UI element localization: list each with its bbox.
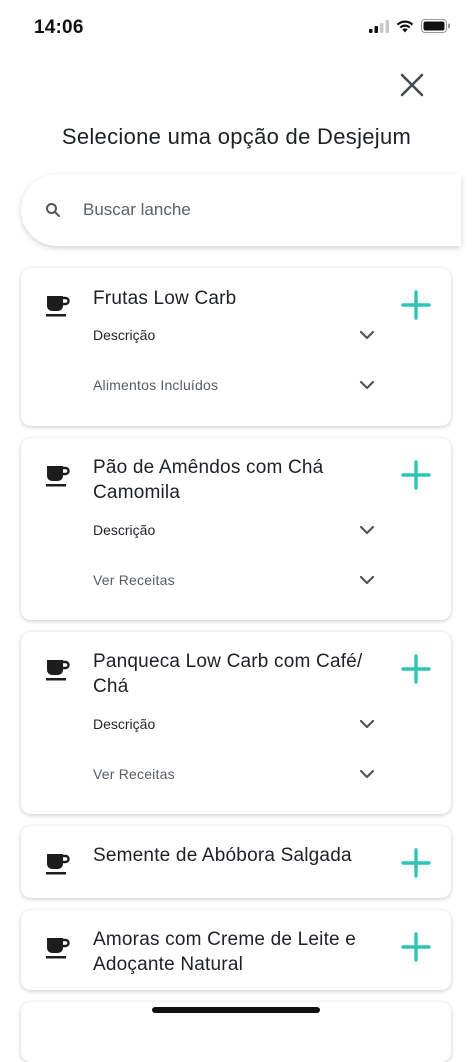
close-icon [400, 73, 424, 97]
card-title: Frutas Low Carb [93, 288, 237, 309]
chevron-down-icon [359, 330, 375, 340]
status-icons [369, 19, 451, 33]
coffee-cup-icon [46, 660, 70, 681]
search-box[interactable] [21, 174, 461, 246]
meal-option-card: Semente de Abóbora Salgada [21, 826, 451, 898]
meal-option-card: Pão de Amêndos com Chá Camomila Descriçã… [21, 438, 451, 620]
signal-icon [369, 19, 389, 33]
battery-icon [421, 19, 450, 33]
add-button[interactable] [401, 290, 431, 320]
meal-option-card: Panqueca Low Carb com Café/ Chá Descriçã… [21, 632, 451, 814]
card-title: Semente de Abóbora Salgada [93, 845, 352, 866]
meal-option-card: Amoras com Creme de Leite e Adoçante Nat… [21, 910, 451, 990]
add-button[interactable] [401, 932, 431, 962]
home-indicator [152, 1007, 320, 1013]
row-label: Descrição [93, 716, 156, 732]
row-label: Ver Receitas [93, 572, 175, 588]
card-title: Amoras com Creme de Leite e Adoçante Nat… [93, 929, 357, 975]
coffee-cup-icon [46, 938, 70, 959]
row-label: Descrição [93, 327, 156, 343]
chevron-down-icon [359, 769, 375, 779]
chevron-down-icon [359, 525, 375, 535]
chevron-down-icon [359, 719, 375, 729]
search-input[interactable] [81, 199, 385, 221]
description-expander[interactable]: Descrição [93, 515, 375, 545]
card-title: Pão de Amêndos com Chá Camomila [93, 457, 324, 503]
add-button[interactable] [401, 654, 431, 684]
status-time: 14:06 [34, 17, 84, 38]
status-bar: 14:06 [0, 0, 473, 52]
row-label: Descrição [93, 522, 156, 538]
add-button[interactable] [401, 460, 431, 490]
coffee-cup-icon [46, 854, 70, 875]
description-expander[interactable]: Descrição [93, 320, 375, 350]
chevron-down-icon [359, 380, 375, 390]
coffee-cup-icon [46, 296, 70, 317]
add-button[interactable] [401, 848, 431, 878]
recipes-expander[interactable]: Ver Receitas [93, 565, 375, 595]
close-button[interactable] [396, 69, 428, 101]
row-label: Ver Receitas [93, 766, 175, 782]
card-title: Panqueca Low Carb com Café/ Chá [93, 651, 363, 697]
row-label: Alimentos Incluídos [93, 377, 219, 393]
description-expander[interactable]: Descrição [93, 709, 375, 739]
wifi-icon [396, 20, 414, 32]
chevron-down-icon [359, 575, 375, 585]
meal-option-card: Frutas Low Carb Descrição Alimentos Incl… [21, 268, 451, 426]
recipes-expander[interactable]: Ver Receitas [93, 759, 375, 789]
page-title: Selecione uma opção de Desjejum [61, 124, 412, 149]
search-icon [46, 203, 60, 217]
coffee-cup-icon [46, 466, 70, 487]
included-foods-expander[interactable]: Alimentos Incluídos [93, 370, 375, 400]
